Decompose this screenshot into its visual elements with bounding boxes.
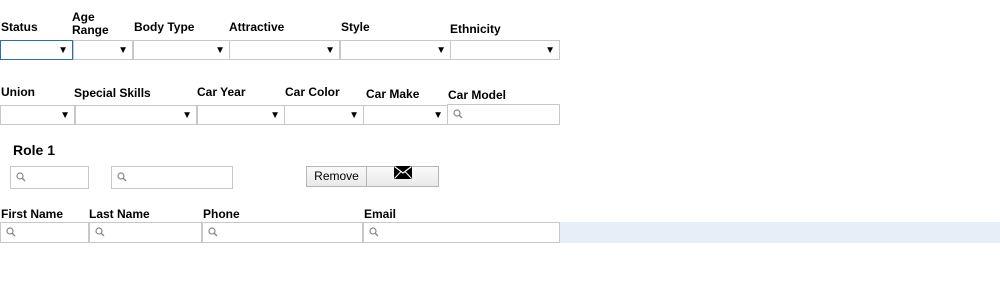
triangle-down-icon: ▼ [349,110,359,121]
magnifier-icon [453,109,463,119]
body-type-select[interactable]: ▼ [133,40,230,60]
role-search-input-2[interactable] [111,166,233,189]
car-color-select[interactable]: ▼ [284,105,364,125]
car-model-search[interactable] [447,104,560,125]
attractive-select[interactable]: ▼ [229,40,340,60]
special-skills-select[interactable]: ▼ [75,105,197,125]
age-range-select[interactable]: ▼ [73,40,133,60]
magnifier-icon [95,227,105,237]
label-car-model: Car Model [448,88,507,102]
label-ethnicity: Ethnicity [450,22,501,36]
label-special-skills: Special Skills [74,86,151,100]
label-car-year: Car Year [197,85,246,99]
label-union: Union [1,85,35,99]
triangle-down-icon: ▼ [215,45,225,56]
label-status: Status [1,20,38,34]
envelope-icon [393,166,412,185]
style-select[interactable]: ▼ [340,40,451,60]
remove-button[interactable]: Remove [306,166,367,187]
label-body-type: Body Type [134,20,195,34]
triangle-down-icon: ▼ [436,45,446,56]
triangle-down-icon: ▼ [325,45,335,56]
column-header-first-name: First Name [1,207,64,221]
triangle-down-icon: ▼ [60,110,70,121]
car-year-select[interactable]: ▼ [197,105,285,125]
email-filter-input[interactable] [363,222,560,243]
email-button[interactable] [366,166,439,187]
role-title: Role 1 [13,142,56,158]
triangle-down-icon: ▼ [270,110,280,121]
car-make-select[interactable]: ▼ [363,105,448,125]
status-select[interactable]: ▼ [0,40,73,60]
first-name-filter-input[interactable] [0,222,89,243]
triangle-down-icon: ▼ [545,45,555,56]
label-attractive: Attractive [229,20,285,34]
column-header-phone: Phone [203,207,240,221]
triangle-down-icon: ▼ [58,45,68,56]
label-age-range: Age Range [72,10,109,37]
magnifier-icon [208,227,218,237]
magnifier-icon [6,227,16,237]
triangle-down-icon: ▼ [182,110,192,121]
magnifier-icon [117,172,127,182]
triangle-down-icon: ▼ [118,45,128,56]
last-name-filter-input[interactable] [89,222,202,243]
column-header-email: Email [364,207,397,221]
triangle-down-icon: ▼ [433,110,443,121]
label-car-make: Car Make [366,87,420,101]
magnifier-icon [369,227,379,237]
column-header-last-name: Last Name [89,207,150,221]
ethnicity-select[interactable]: ▼ [450,40,560,60]
label-style: Style [341,20,370,34]
role-search-input-1[interactable] [10,166,89,189]
phone-filter-input[interactable] [202,222,363,243]
label-car-color: Car Color [285,85,340,99]
magnifier-icon [16,172,26,182]
union-select[interactable]: ▼ [0,105,75,125]
